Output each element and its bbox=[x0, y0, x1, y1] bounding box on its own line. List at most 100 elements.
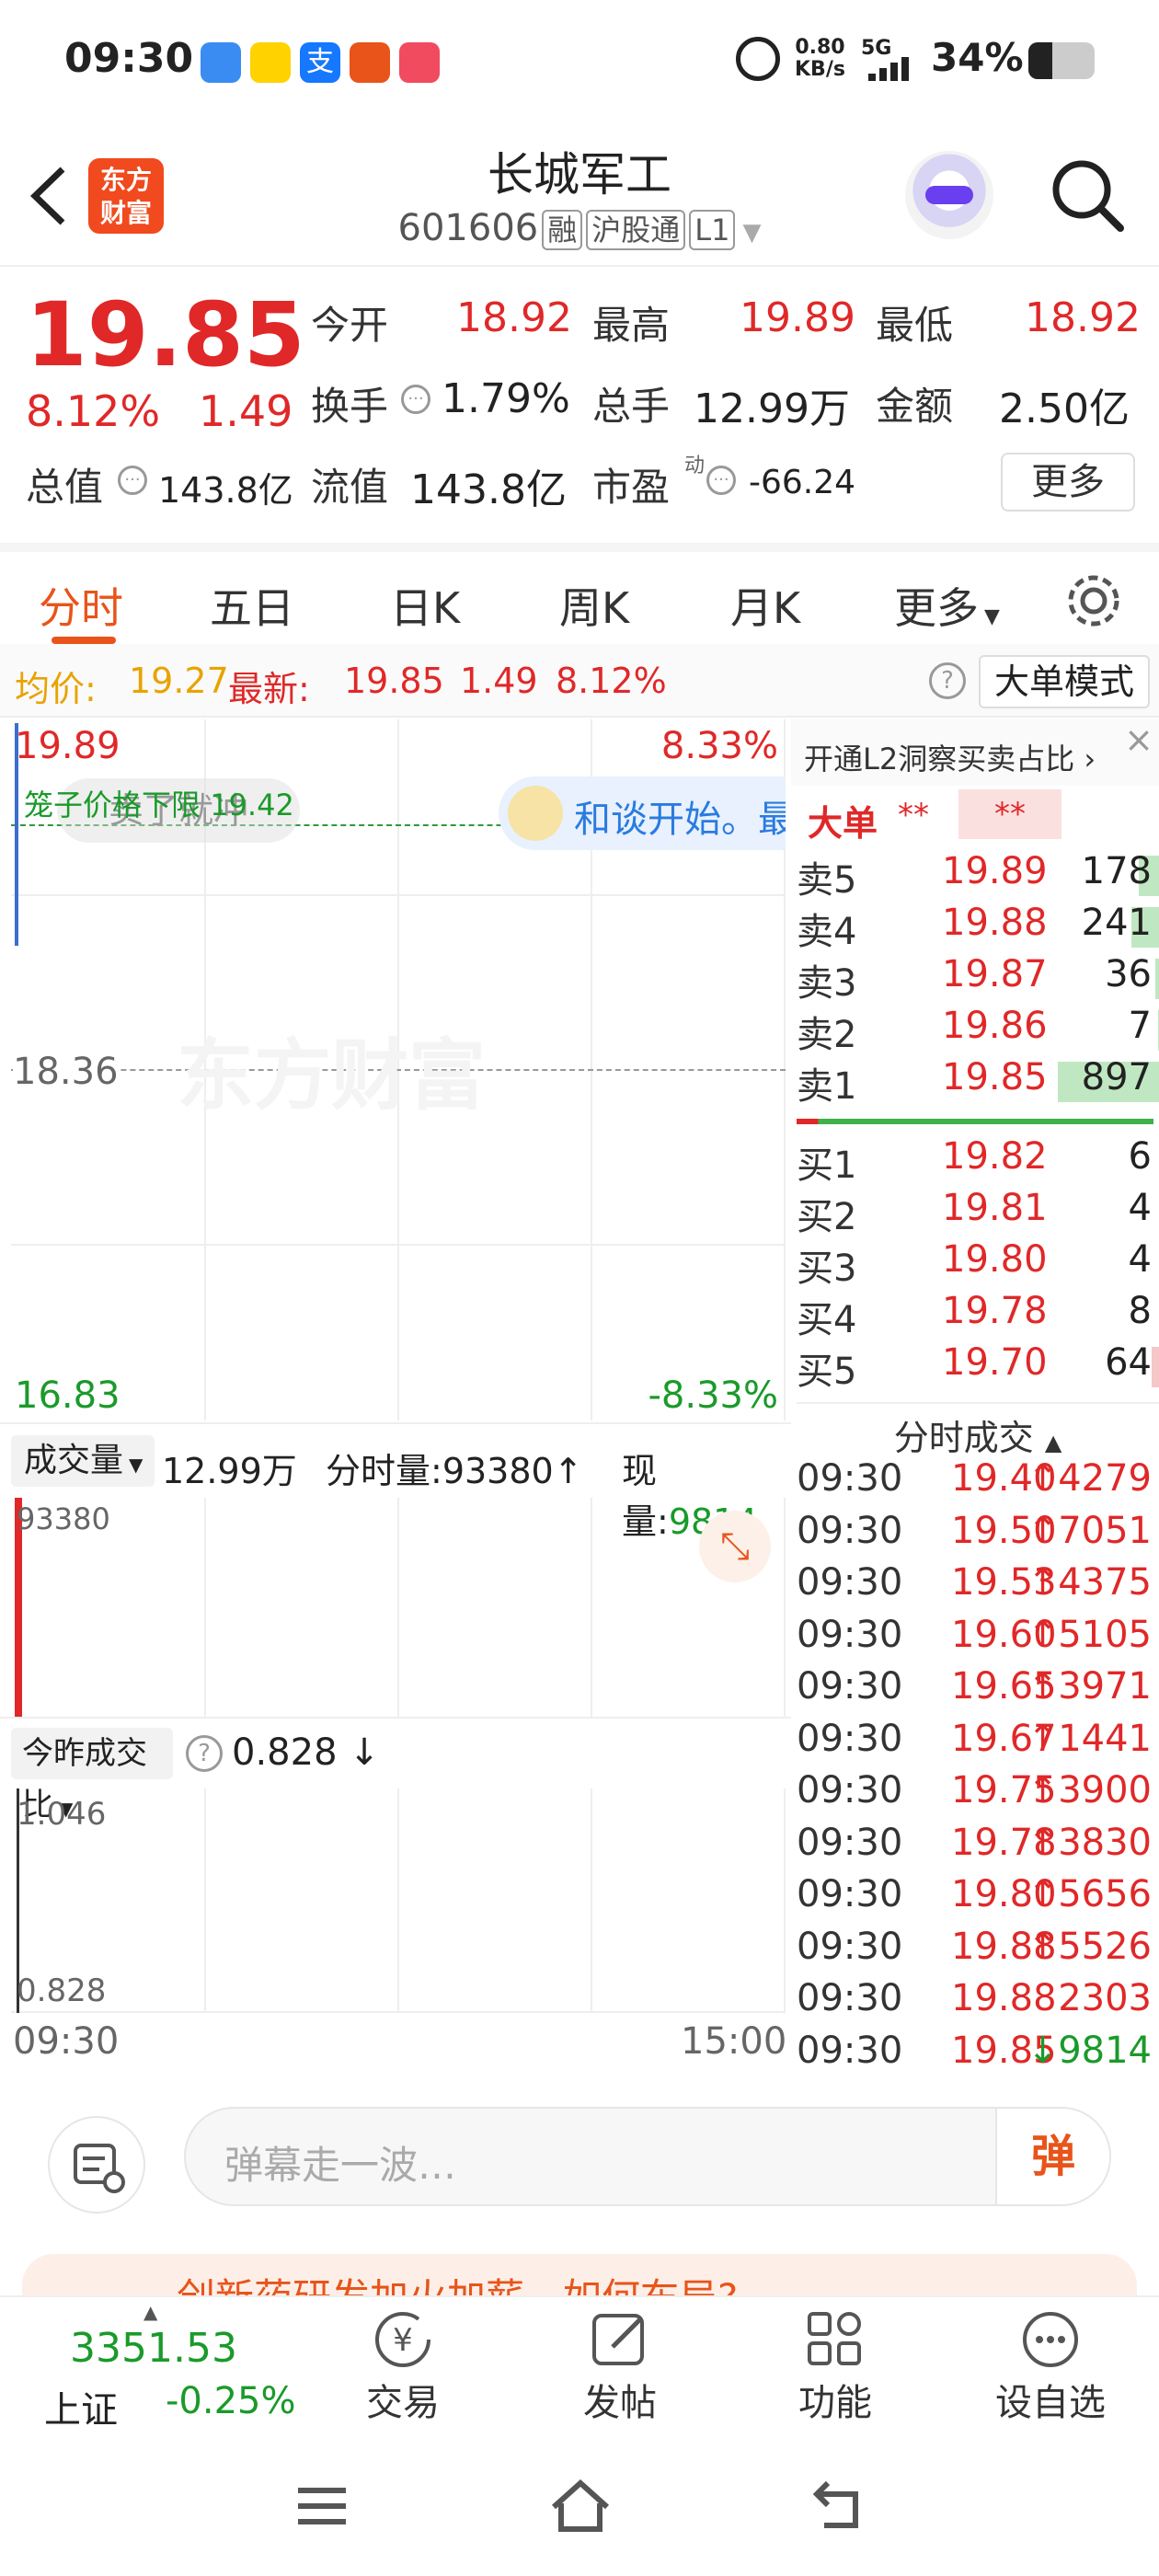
trades-title: 分时成交 bbox=[893, 1418, 1034, 1458]
volume-chart[interactable]: 93380 ⤡ bbox=[11, 1498, 786, 1717]
search-icon[interactable] bbox=[1049, 156, 1126, 234]
trade-direction: ↑ bbox=[1027, 1873, 1059, 1915]
danmu-input[interactable]: 弹幕走一波… bbox=[224, 2134, 456, 2191]
trade-row: 09:30 19.88 2303 bbox=[797, 1977, 1159, 2029]
bid-row[interactable]: 买1 19.82 6 bbox=[797, 1135, 1159, 1187]
index-ticker[interactable]: ▲ 3351.53 上证 -0.25% bbox=[37, 2297, 313, 2435]
net-speed: 0.80 KB/s bbox=[795, 37, 845, 81]
time-axis-start: 09:30 bbox=[13, 2020, 120, 2063]
settings-gear-icon[interactable] bbox=[1061, 569, 1126, 633]
nav-post[interactable]: 发帖 bbox=[546, 2306, 694, 2426]
assistant-robot-icon[interactable] bbox=[905, 151, 993, 239]
trade-qty: ↑5526 bbox=[1027, 1926, 1152, 1968]
intraday-chart[interactable]: 东方财富 19.89 18.36 16.83 8.33% -8.33% 卖了就冲… bbox=[11, 719, 786, 1420]
danmu-input-box[interactable]: 弹幕走一波… 弹 bbox=[184, 2107, 1111, 2206]
avg-value: 19.27 bbox=[129, 661, 229, 701]
turnover-label: 换手 bbox=[311, 384, 389, 429]
info-dots-icon[interactable]: ··· bbox=[401, 385, 430, 414]
limit-value: 19.42 bbox=[210, 788, 294, 822]
l2-promo[interactable]: 开通L2洞察买卖占比 › × bbox=[791, 719, 1159, 786]
ask-row[interactable]: 卖4 19.88 241 bbox=[797, 902, 1159, 953]
trade-row: 09:30 19.40 ↑4279 bbox=[797, 1457, 1159, 1509]
tab-five-day[interactable]: 五日 bbox=[210, 575, 294, 636]
battery-icon bbox=[1028, 42, 1095, 79]
expand-icon[interactable]: ⤡ bbox=[699, 1511, 771, 1582]
info-dots-icon-2[interactable]: ··· bbox=[118, 466, 147, 495]
nav-add-watchlist[interactable]: 设自选 bbox=[977, 2306, 1124, 2426]
big-order-mode-button[interactable]: 大单模式 bbox=[979, 655, 1150, 708]
trade-time: 09:30 bbox=[797, 1769, 903, 1811]
trade-time: 09:30 bbox=[797, 1613, 903, 1656]
ratio-selector[interactable]: 今昨成交比 ▼ bbox=[11, 1728, 173, 1823]
tab-daily-k[interactable]: 日K bbox=[390, 575, 460, 636]
chart-info-bar: 均价: 19.27 最新: 19.85 1.49 8.12% ? 大单模式 bbox=[0, 644, 1159, 718]
ratio-chart[interactable]: 1.046 0.828 bbox=[11, 1788, 786, 2013]
danmu-button[interactable]: 弹 bbox=[995, 2109, 1109, 2204]
more-button[interactable]: 更多 bbox=[1001, 453, 1135, 512]
trade-qty-value: 1441 bbox=[1058, 1717, 1152, 1760]
news-banner[interactable]: 和谈开始。最 bbox=[499, 776, 786, 850]
back-nav-icon[interactable] bbox=[811, 2479, 866, 2531]
nav-functions[interactable]: 功能 bbox=[762, 2306, 909, 2426]
trade-direction: ↑ bbox=[1027, 1509, 1059, 1552]
home-icon[interactable] bbox=[548, 2476, 613, 2535]
quote-panel: 19.85 8.12% 1.49 今开 18.92 最高 19.89 最低 18… bbox=[0, 269, 1159, 543]
ask-qty: 36 bbox=[1105, 953, 1152, 995]
volume-label: 总手 bbox=[592, 384, 671, 429]
mktcap-label: 总值 bbox=[26, 465, 104, 510]
trade-qty: ↓9814 bbox=[1027, 2030, 1152, 2072]
open-label: 今开 bbox=[311, 303, 389, 348]
big-order-mask-2: ** bbox=[958, 789, 1061, 839]
trade-qty: ↑4279 bbox=[1027, 1457, 1152, 1500]
trade-direction: ↑ bbox=[1027, 1925, 1059, 1968]
bid-row[interactable]: 买4 19.78 8 bbox=[797, 1290, 1159, 1341]
volume-header: 成交量▼ 12.99万 分时量:93380↑ 现量:9814 bbox=[0, 1422, 791, 1542]
tab-monthly-k[interactable]: 月K bbox=[730, 575, 800, 636]
ask-price: 19.85 bbox=[942, 1056, 1048, 1098]
trades-header[interactable]: 分时成交 ▲ bbox=[797, 1402, 1159, 1458]
tab-more-triangle-icon: ▼ bbox=[984, 605, 1000, 628]
bid-row[interactable]: 买3 19.80 4 bbox=[797, 1238, 1159, 1290]
note-settings-icon[interactable] bbox=[48, 2116, 145, 2214]
triangle-up-icon: ▲ bbox=[1044, 1430, 1062, 1455]
big-order-mask-1: ** bbox=[898, 797, 929, 834]
trade-direction: ↓ bbox=[1027, 2029, 1059, 2072]
trade-qty: ↑5656 bbox=[1027, 1873, 1152, 1915]
ask-row[interactable]: 卖3 19.87 36 bbox=[797, 953, 1159, 1005]
tab-intraday[interactable]: 分时 bbox=[39, 575, 123, 636]
ask-row[interactable]: 卖5 19.89 178 bbox=[797, 850, 1159, 902]
bid-row[interactable]: 买2 19.81 4 bbox=[797, 1187, 1159, 1238]
bid-price: 19.81 bbox=[942, 1187, 1048, 1229]
menu-icon[interactable] bbox=[294, 2483, 350, 2529]
ask-qty: 7 bbox=[1128, 1005, 1152, 1047]
trade-time: 09:30 bbox=[797, 1457, 903, 1500]
info-dots-icon-3[interactable]: ··· bbox=[706, 466, 736, 495]
trade-row: 09:30 19.50 ↑7051 bbox=[797, 1510, 1159, 1561]
bid-level-label: 买4 bbox=[797, 1299, 857, 1341]
close-icon[interactable]: × bbox=[1119, 719, 1159, 760]
alipay-icon: 支 bbox=[300, 42, 340, 83]
tab-more[interactable]: 更多 ▼ bbox=[894, 575, 1000, 636]
big-order-row: 大单 ** ** bbox=[797, 788, 1159, 844]
news-strip[interactable]: 创新药研发加火加薪，如何布局? bbox=[22, 2254, 1137, 2295]
tab-weekly-k[interactable]: 周K bbox=[559, 575, 629, 636]
volume-selector[interactable]: 成交量 ▼ bbox=[11, 1435, 155, 1487]
bid-qty: 64 bbox=[1105, 1341, 1152, 1384]
bid-row[interactable]: 买5 19.70 64 bbox=[797, 1341, 1159, 1393]
change-amount: 1.49 bbox=[199, 386, 293, 436]
ask-row[interactable]: 卖1 19.85 897 bbox=[797, 1056, 1159, 1108]
help-icon[interactable]: ? bbox=[929, 662, 966, 699]
tag-level: L1 bbox=[689, 210, 736, 250]
trade-qty-value: 3971 bbox=[1058, 1665, 1152, 1708]
nav-trade[interactable]: ¥ 交易 bbox=[329, 2306, 476, 2426]
ratio-help-icon[interactable]: ? bbox=[186, 1735, 223, 1772]
dropdown-triangle-icon[interactable]: ▼ bbox=[742, 219, 761, 247]
amount-value: 2.50亿 bbox=[999, 385, 1130, 432]
l2-promo-label: 开通L2洞察买卖占比 bbox=[804, 742, 1075, 776]
bid-level-label: 买5 bbox=[797, 1351, 857, 1393]
ticker-up-icon: ▲ bbox=[143, 2301, 158, 2323]
volume-selector-label: 成交量 bbox=[24, 1442, 124, 1479]
trade-direction: ↑ bbox=[1027, 1769, 1059, 1811]
ask-row[interactable]: 卖2 19.86 7 bbox=[797, 1005, 1159, 1056]
nav-functions-label: 功能 bbox=[798, 2382, 872, 2424]
